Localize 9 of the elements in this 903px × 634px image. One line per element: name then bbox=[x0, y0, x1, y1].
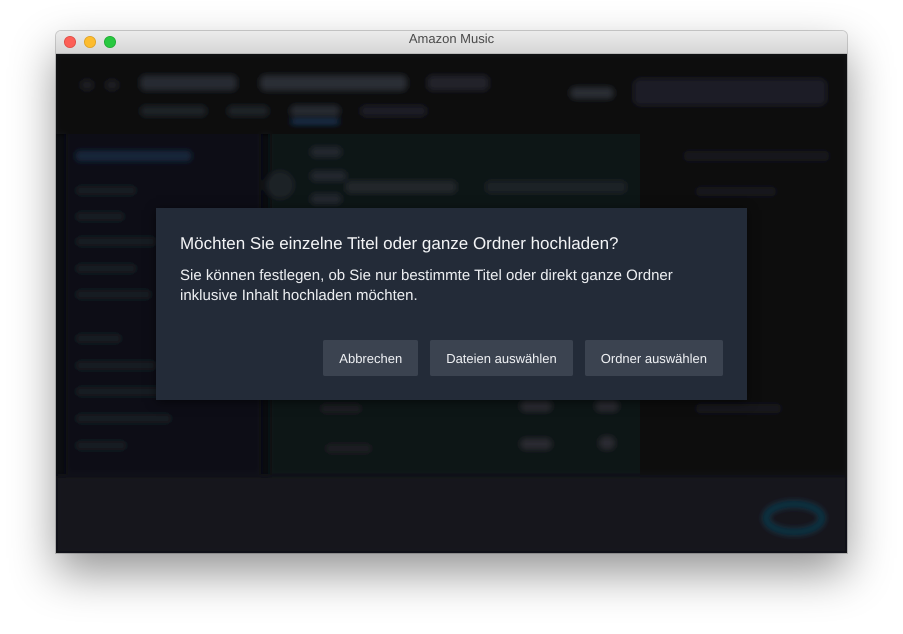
dialog-title: Möchten Sie einzelne Titel oder ganze Ordner hochladen? bbox=[180, 233, 620, 255]
close-icon[interactable] bbox=[64, 36, 76, 48]
dialog-button[interactable]: Abbrechen bbox=[323, 340, 418, 376]
window-title: Amazon Music bbox=[408, 31, 494, 46]
dialog-button[interactable]: Ordner auswählen bbox=[584, 340, 723, 376]
minimize-icon[interactable] bbox=[84, 36, 96, 48]
zoom-icon[interactable] bbox=[104, 36, 116, 48]
dialog-message: Sie können festlegen, ob Sie nur bestimmte Titel oder direkt ganze Ordner inklusive Inhalt hochladen möchten. bbox=[180, 266, 674, 306]
dialog-button[interactable]: Dateien auswählen bbox=[430, 340, 573, 376]
